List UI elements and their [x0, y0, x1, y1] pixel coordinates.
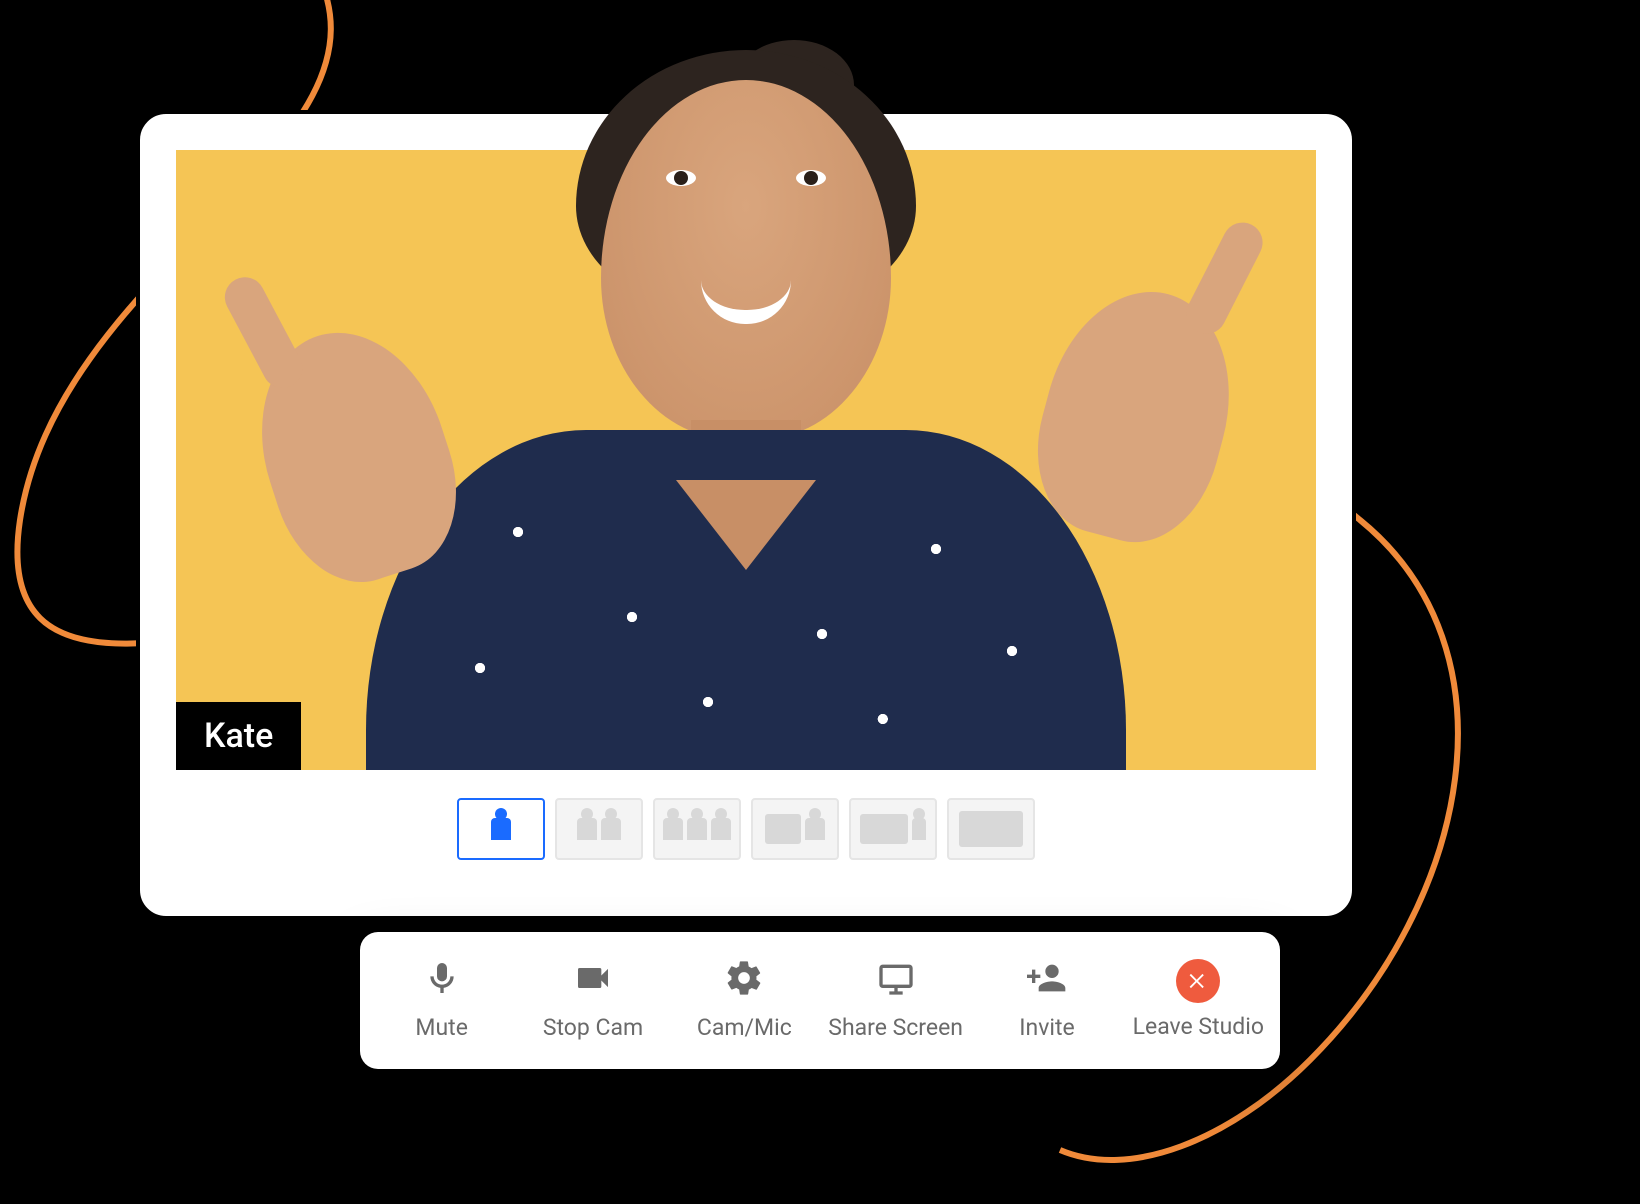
share-screen-label: Share Screen — [828, 1014, 963, 1041]
studio-toolbar: Mute Stop Cam Cam/Mic Share Screen Invit… — [360, 932, 1280, 1069]
monitor-icon — [876, 958, 916, 1004]
video-feed: Kate — [176, 150, 1316, 770]
mute-label: Mute — [415, 1014, 467, 1041]
participant-name-tag: Kate — [176, 702, 301, 770]
gear-icon — [724, 958, 764, 1004]
share-screen-button[interactable]: Share Screen — [820, 938, 971, 1063]
layout-option-pip[interactable] — [751, 798, 839, 860]
stop-cam-label: Stop Cam — [543, 1014, 643, 1041]
mute-button[interactable]: Mute — [366, 938, 517, 1063]
layout-option-three[interactable] — [653, 798, 741, 860]
leave-label: Leave Studio — [1133, 1013, 1264, 1040]
microphone-icon — [422, 958, 462, 1004]
stop-cam-button[interactable]: Stop Cam — [517, 938, 668, 1063]
cam-mic-label: Cam/Mic — [697, 1014, 792, 1041]
close-icon — [1176, 959, 1220, 1003]
cam-mic-settings-button[interactable]: Cam/Mic — [669, 938, 820, 1063]
participant-illustration — [176, 150, 1316, 770]
layout-option-full[interactable] — [947, 798, 1035, 860]
leave-studio-button[interactable]: Leave Studio — [1123, 938, 1274, 1063]
layout-selector — [176, 798, 1316, 860]
invite-label: Invite — [1019, 1014, 1074, 1041]
layout-option-two[interactable] — [555, 798, 643, 860]
camera-icon — [573, 958, 613, 1004]
layout-option-single[interactable] — [457, 798, 545, 860]
invite-button[interactable]: Invite — [971, 938, 1122, 1063]
video-studio-window: Kate — [136, 110, 1356, 920]
layout-option-pip-wide[interactable] — [849, 798, 937, 860]
participant-name: Kate — [204, 716, 273, 756]
person-plus-icon — [1027, 958, 1067, 1004]
